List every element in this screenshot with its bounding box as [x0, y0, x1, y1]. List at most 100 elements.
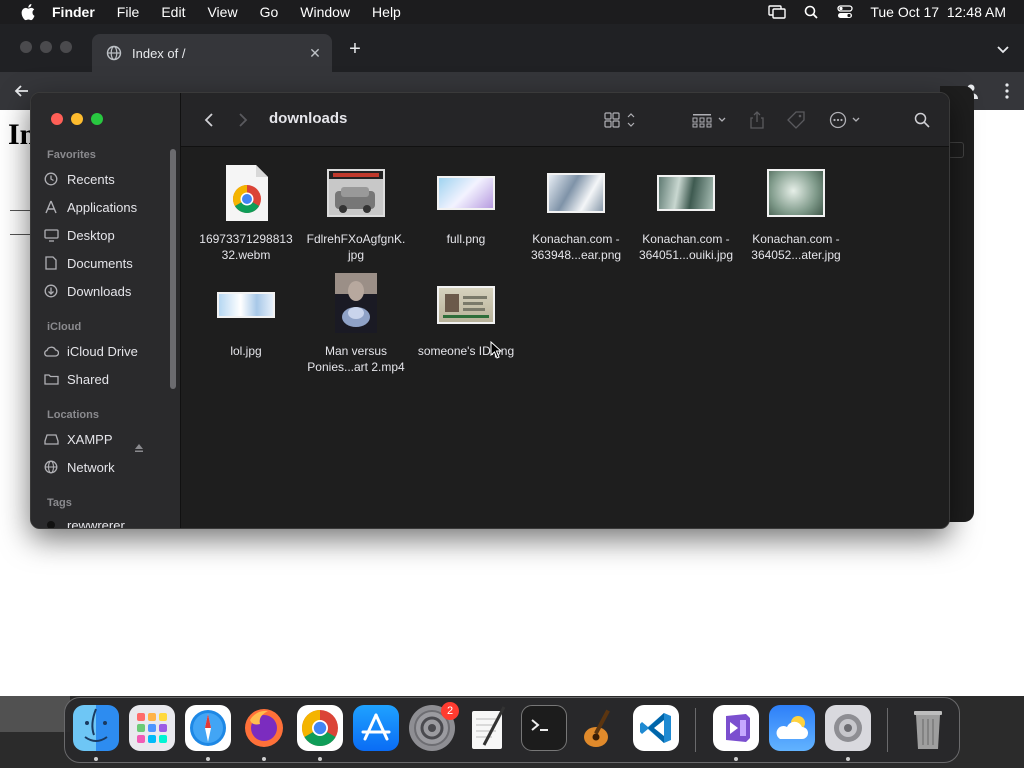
- launchpad-icon[interactable]: [129, 705, 175, 751]
- browser-tab-title: Index of /: [132, 45, 186, 61]
- sidebar-item-label: Network: [67, 459, 115, 475]
- chrome-icon[interactable]: [297, 705, 343, 751]
- image-thumbnail: [657, 175, 715, 211]
- file-thumbnail: [301, 269, 411, 337]
- finder-file-grid: 16973371298813 32.webm FdlrehFXoAgfgnK. …: [181, 147, 949, 528]
- finder-minimize-button[interactable]: [71, 113, 83, 125]
- sidebar-item-label: XAMPP: [67, 431, 113, 447]
- file-name: Konachan.com - 364052...ater.jpg: [751, 232, 841, 262]
- tag-icon[interactable]: [785, 109, 807, 131]
- file-name: FdlrehFXoAgfgnK. jpg: [306, 232, 406, 262]
- search-icon[interactable]: [913, 109, 931, 131]
- file-item[interactable]: Man versus Ponies...art 2.mp4: [301, 269, 411, 375]
- file-item[interactable]: lol.jpg: [191, 273, 301, 359]
- tab-close-icon[interactable]: ✕: [308, 46, 322, 60]
- icon-view-toggle-icon[interactable]: [603, 109, 639, 131]
- dock-running-indicator: [94, 757, 98, 761]
- file-item[interactable]: Konachan.com - 364051...ouiki.jpg: [631, 161, 741, 263]
- share-icon[interactable]: [747, 109, 767, 131]
- menu-bar: Finder File Edit View Go Window Help Tue…: [0, 0, 1024, 24]
- document-icon: [43, 255, 59, 271]
- weather-icon[interactable]: [769, 705, 815, 751]
- terminal-icon[interactable]: [521, 705, 567, 751]
- sidebar-item-applications[interactable]: Applications: [43, 195, 169, 219]
- browser-minimize-button[interactable]: [40, 41, 52, 53]
- sidebar-item-shared[interactable]: Shared: [43, 367, 169, 391]
- file-item[interactable]: Konachan.com - 363948...ear.png: [521, 161, 631, 263]
- file-item[interactable]: full.png: [411, 161, 521, 247]
- file-item[interactable]: Konachan.com - 364052...ater.jpg: [741, 161, 851, 263]
- new-tab-button[interactable]: +: [346, 39, 364, 59]
- app-store-icon[interactable]: [353, 705, 399, 751]
- sidebar-item-label: Desktop: [67, 227, 115, 243]
- forward-chevron-icon[interactable]: [235, 109, 251, 131]
- settings-icon[interactable]: [825, 705, 871, 751]
- menu-view[interactable]: View: [207, 4, 237, 20]
- safari-icon[interactable]: [185, 705, 231, 751]
- file-thumbnail: [411, 273, 521, 337]
- back-arrow-icon[interactable]: [12, 81, 32, 101]
- file-name: lol.jpg: [230, 344, 262, 358]
- clock-icon: [43, 171, 59, 187]
- menubar-clock[interactable]: Tue Oct 17 12:48 AM: [870, 4, 1006, 20]
- menu-window[interactable]: Window: [300, 4, 350, 20]
- sidebar-section-favorites: Favorites: [47, 149, 96, 161]
- sidebar-item-network[interactable]: Network: [43, 455, 169, 479]
- group-by-icon[interactable]: [691, 109, 731, 131]
- file-thumbnail: [521, 161, 631, 225]
- file-thumbnail: [411, 161, 521, 225]
- dock-running-indicator: [206, 757, 210, 761]
- file-thumbnail: [741, 161, 851, 225]
- menu-go[interactable]: Go: [260, 4, 279, 20]
- sidebar-item-icloud-drive[interactable]: iCloud Drive: [43, 339, 169, 363]
- browser-menu-icon[interactable]: [1004, 82, 1010, 100]
- video-thumbnail: [335, 273, 377, 333]
- sidebar-item-label: Downloads: [67, 283, 132, 299]
- control-center-icon[interactable]: [836, 4, 854, 20]
- shared-folder-icon: [43, 371, 59, 387]
- sidebar-item-documents[interactable]: Documents: [43, 251, 169, 275]
- more-actions-icon[interactable]: [829, 109, 865, 131]
- menu-help[interactable]: Help: [372, 4, 401, 20]
- sidebar-item-recents[interactable]: Recents: [43, 167, 169, 191]
- chrome-document-icon: [226, 165, 268, 221]
- sidebar-item-label: rewwrerer: [67, 517, 125, 529]
- file-item[interactable]: someone's ID.png: [411, 273, 521, 359]
- file-item[interactable]: 16973371298813 32.webm: [191, 161, 301, 263]
- spotlight-search-icon[interactable]: [802, 4, 820, 20]
- sidebar-item-tag[interactable]: rewwrerer: [43, 513, 169, 529]
- finder-zoom-button[interactable]: [91, 113, 103, 125]
- back-chevron-icon[interactable]: [201, 109, 217, 131]
- trash-icon[interactable]: [905, 705, 951, 751]
- screen-mirroring-icon[interactable]: [768, 4, 787, 20]
- finder-icon[interactable]: [73, 705, 119, 751]
- textedit-icon[interactable]: [465, 705, 511, 751]
- tag-dot-icon: [43, 517, 59, 528]
- sidebar-item-xampp[interactable]: XAMPP: [43, 427, 169, 451]
- browser-zoom-button[interactable]: [60, 41, 72, 53]
- eject-icon[interactable]: [134, 440, 144, 452]
- menu-edit[interactable]: Edit: [161, 4, 185, 20]
- file-thumbnail: [191, 273, 301, 337]
- apple-menu-icon[interactable]: [18, 1, 40, 23]
- desktop-icon: [43, 227, 59, 243]
- finder-toolbar: downloads: [181, 93, 949, 147]
- browser-tab[interactable]: Index of / ✕: [92, 34, 332, 72]
- sidebar-item-downloads[interactable]: Downloads: [43, 279, 169, 303]
- garageband-icon[interactable]: [577, 705, 623, 751]
- tab-search-chevron-icon[interactable]: [996, 42, 1010, 54]
- visual-studio-icon[interactable]: [713, 705, 759, 751]
- firefox-icon[interactable]: [241, 705, 287, 751]
- vscode-icon[interactable]: [633, 705, 679, 751]
- dock-running-indicator: [734, 757, 738, 761]
- finder-sidebar: Favorites Recents Applications Desktop D…: [31, 93, 181, 529]
- file-item[interactable]: FdlrehFXoAgfgnK. jpg: [301, 161, 411, 263]
- sidebar-item-label: iCloud Drive: [67, 343, 138, 359]
- sidebar-scrollbar[interactable]: [170, 149, 176, 389]
- finder-close-button[interactable]: [51, 113, 63, 125]
- menu-file[interactable]: File: [117, 4, 140, 20]
- sidebar-item-desktop[interactable]: Desktop: [43, 223, 169, 247]
- menu-finder[interactable]: Finder: [52, 4, 95, 20]
- browser-close-button[interactable]: [20, 41, 32, 53]
- file-name: Konachan.com - 364051...ouiki.jpg: [638, 232, 734, 262]
